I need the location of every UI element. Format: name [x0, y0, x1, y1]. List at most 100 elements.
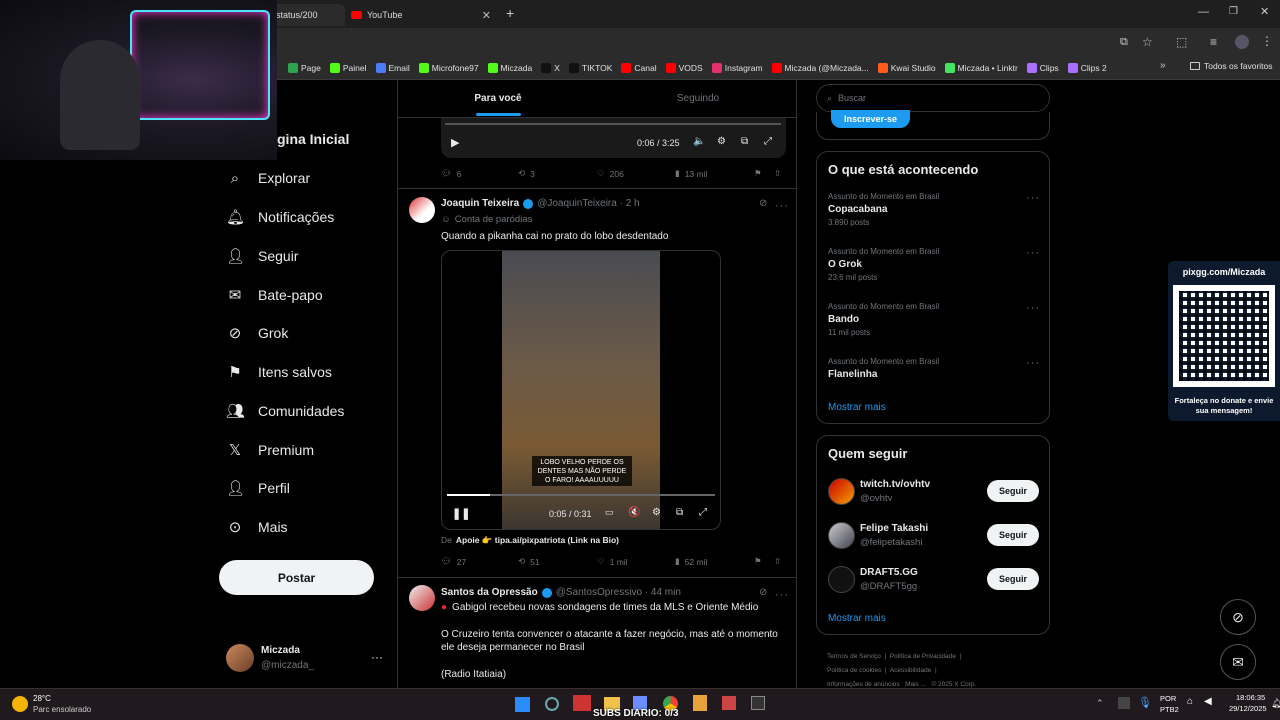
sidebar-item-mais[interactable]: ⊙ Mais — [226, 515, 288, 539]
follow-name[interactable]: DRAFT5.GG — [860, 567, 918, 578]
trend-item[interactable]: Assunto do Momento em Brasil Bando 11 mil … — [828, 302, 1040, 337]
bookmark-item[interactable]: TIKTOK — [568, 62, 612, 73]
video-progress-track[interactable] — [445, 123, 781, 125]
language-indicator[interactable]: POR — [1160, 694, 1176, 703]
follow-button[interactable]: Seguir — [987, 568, 1039, 590]
tweet-author[interactable]: Joaquin Teixeira — [441, 198, 519, 209]
pip-icon[interactable]: ⧉ — [676, 507, 683, 518]
bookmark-item[interactable]: Email — [375, 62, 410, 73]
tweet-avatar[interactable] — [409, 585, 435, 611]
bookmark-item[interactable]: Clips — [1026, 62, 1059, 73]
account-avatar[interactable] — [226, 644, 254, 672]
footer-link[interactable]: Mais ... — [905, 681, 926, 688]
more-icon[interactable]: ··· — [775, 585, 789, 603]
post-button[interactable]: Postar — [219, 560, 374, 595]
clock-time[interactable]: 18:06:35 — [1236, 693, 1265, 702]
settings-icon[interactable]: ⚙ — [717, 136, 726, 147]
footer-link[interactable]: Acessibilidade — [890, 667, 932, 674]
sidebar-item-explorar[interactable]: ⌕ Explorar — [226, 166, 310, 190]
reply-button[interactable]: 💬︎ 27 — [441, 556, 466, 567]
captions-icon[interactable]: ▭ — [605, 507, 614, 518]
profile-avatar[interactable] — [1235, 35, 1249, 49]
trend-item[interactable]: Assunto do Momento em Brasil Flanelinha ··… — [828, 357, 1040, 380]
follow-suggestion[interactable]: twitch.tv/ovhtv @ovhtv Seguir — [817, 476, 1049, 508]
network-icon[interactable]: ⌂ — [1187, 696, 1193, 707]
sidebar-item-notificações[interactable]: 🔔︎ Notificações — [226, 205, 334, 229]
star-icon[interactable]: ☆ — [1142, 35, 1153, 49]
follow-avatar[interactable] — [828, 566, 855, 593]
more-icon[interactable]: ··· — [775, 196, 789, 214]
grok-float-button[interactable]: ⊘ — [1220, 599, 1256, 635]
source-link[interactable]: Apoie 👉 tipa.ai/pixpatriota (Link na Bio… — [456, 535, 619, 546]
taskbar-app-icon[interactable] — [751, 696, 765, 710]
close-tab-icon[interactable]: ✕ — [482, 9, 491, 22]
subscribe-button[interactable]: Inscrever-se — [831, 110, 910, 128]
trend-item[interactable]: Assunto do Momento em Brasil O Grok 23,6 m… — [828, 247, 1040, 282]
tab-status[interactable]: status/200 — [270, 4, 345, 26]
grok-icon[interactable]: ⊘ — [759, 198, 767, 209]
bookmark-item[interactable]: Kwai Studio — [877, 62, 936, 73]
bookmark-button[interactable]: ⚑ — [754, 556, 762, 567]
mute-icon[interactable]: 🔇 — [628, 507, 640, 518]
sidebar-item-comunidades[interactable]: 👥︎ Comunidades — [226, 399, 344, 423]
trend-more-icon[interactable]: ··· — [1026, 357, 1040, 369]
follow-suggestion[interactable]: DRAFT5.GG @DRAFT5gg Seguir — [817, 564, 1049, 596]
video-progress-track[interactable] — [447, 494, 715, 496]
cast-icon[interactable]: ⧉ — [1120, 36, 1128, 49]
follow-name[interactable]: Felipe Takashi — [860, 523, 928, 534]
views-button[interactable]: ▮ 13 mil — [675, 168, 707, 179]
sidebar-item-perfil[interactable]: 👤︎ Perfil — [226, 476, 290, 500]
show-more-trends[interactable]: Mostrar mais — [828, 402, 886, 413]
bookmark-item[interactable]: Microfone97 — [418, 62, 479, 73]
top-video-player[interactable]: ▶ 0:06 / 3:25 🔈 ⚙ ⧉ ⤢ — [441, 118, 786, 158]
trend-more-icon[interactable]: ··· — [1026, 192, 1040, 204]
like-button[interactable]: ♡ 1 mil — [597, 556, 628, 567]
weather-temp[interactable]: 28°C — [33, 694, 51, 703]
fullscreen-icon[interactable]: ⤢ — [764, 136, 772, 147]
pause-icon[interactable]: ❚❚ — [452, 507, 470, 520]
menu-kebab-icon[interactable]: ⋮ — [1261, 34, 1273, 48]
repost-button[interactable]: ⟲ 3 — [518, 168, 535, 179]
follow-name[interactable]: twitch.tv/ovhtv — [860, 479, 930, 490]
messages-float-button[interactable]: ✉ — [1220, 644, 1256, 680]
share-button[interactable]: ⇧ — [774, 168, 781, 179]
bookmark-item[interactable]: X — [541, 62, 560, 73]
bookmark-item[interactable]: VODS — [665, 62, 703, 73]
bookmark-button[interactable]: ⚑ — [754, 168, 762, 179]
reply-button[interactable]: 💬︎ 6 — [441, 168, 462, 179]
trend-more-icon[interactable]: ··· — [1026, 247, 1040, 259]
bookmark-item[interactable]: Miczada • Linktr — [944, 62, 1018, 73]
bookmark-item[interactable]: Canal — [621, 62, 657, 73]
footer-link[interactable]: Política de Privacidade — [890, 653, 956, 660]
chevron-up-icon[interactable]: ⌃ — [1096, 698, 1104, 709]
share-button[interactable]: ⇧ — [774, 556, 781, 567]
footer-link[interactable]: Termos de Serviço — [827, 653, 881, 660]
bookmark-item[interactable]: Instagram — [711, 62, 763, 73]
all-favorites[interactable]: Todos os favoritos — [1190, 61, 1273, 71]
repost-button[interactable]: ⟲ 51 — [518, 556, 540, 567]
views-button[interactable]: ▮ 52 mil — [675, 556, 707, 567]
media-icon[interactable]: ≡ — [1210, 35, 1217, 49]
trend-item[interactable]: Assunto do Momento em Brasil Copacabana 3.… — [828, 192, 1040, 227]
bookmark-item[interactable]: Clips 2 — [1067, 62, 1107, 73]
bookmark-item[interactable]: Painel — [329, 62, 367, 73]
taskbar-app-icon[interactable] — [545, 697, 559, 711]
tweet-avatar[interactable] — [409, 197, 435, 223]
search-input[interactable]: ⌕ Buscar — [816, 84, 1050, 112]
bookmark-item[interactable]: Page — [288, 62, 321, 73]
taskbar-app-icon[interactable] — [573, 695, 591, 711]
trend-more-icon[interactable]: ··· — [1026, 302, 1040, 314]
footer-link[interactable]: Informações de anúncios — [827, 681, 900, 688]
settings-icon[interactable]: ⚙ — [652, 507, 661, 518]
follow-button[interactable]: Seguir — [987, 524, 1039, 546]
taskbar-app-icon[interactable] — [693, 695, 707, 711]
sidebar-item-seguir[interactable]: 👤︎ Seguir — [226, 244, 298, 268]
chevron-right-icon[interactable]: » — [1160, 60, 1166, 71]
taskbar-app-icon[interactable] — [722, 696, 736, 710]
like-button[interactable]: ♡ 206 — [597, 168, 624, 179]
tweet-author[interactable]: Santos da Opressão — [441, 587, 538, 598]
sidebar-item-grok[interactable]: ⊘ Grok — [226, 321, 289, 345]
account-more-icon[interactable]: ··· — [371, 650, 383, 664]
tab-para-voce[interactable]: Para você — [398, 80, 598, 116]
fullscreen-icon[interactable]: ⤢ — [699, 507, 707, 518]
